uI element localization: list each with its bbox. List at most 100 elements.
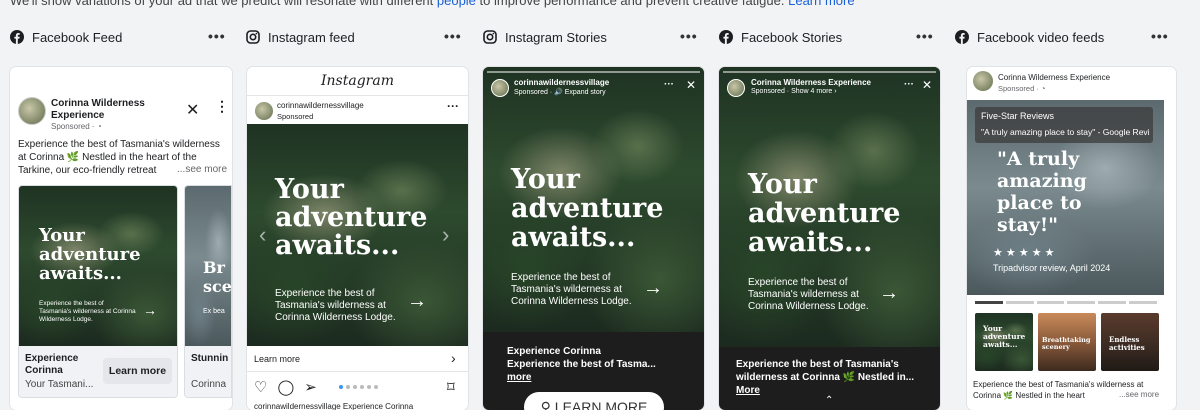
- ad-headline: Br sce: [203, 258, 232, 296]
- intro-text-rest: to improve performance and prevent creat…: [475, 0, 785, 8]
- ad-subtext: Experience the best of Tasmania's wilder…: [39, 300, 136, 323]
- ad-subtext: Experience the best of Tasmania's wilder…: [511, 272, 632, 307]
- sponsored-label: Sponsored · ◔: [51, 122, 102, 131]
- chevron-right-icon[interactable]: ›: [442, 222, 449, 248]
- close-icon[interactable]: ✕: [686, 78, 696, 92]
- ad-headline: Your adventure awaits...: [511, 164, 664, 253]
- sponsored-label: Sponsored · ◔: [998, 84, 1045, 93]
- facebook-icon: [10, 30, 24, 44]
- placement-header: Facebook Stories •••: [719, 28, 941, 46]
- more-horizontal-icon[interactable]: ···: [447, 99, 459, 113]
- chevron-right-icon: ›: [451, 350, 456, 366]
- caption-text: Experience the best of Tasmania's wilder…: [736, 359, 915, 383]
- thumbnail-label: Your adventure awaits...: [983, 324, 1026, 349]
- bookmark-icon[interactable]: ⌑: [447, 378, 455, 396]
- thumbnail-1[interactable]: Your adventure awaits...: [975, 313, 1033, 371]
- ad-headline: Your adventure awaits...: [748, 169, 901, 258]
- learn-more-button[interactable]: Learn more: [254, 354, 300, 364]
- sponsored-text: Sponsored ·: [998, 84, 1041, 93]
- card-subtitle: Your Tasmani...: [25, 379, 94, 390]
- story-meta[interactable]: Sponsored · Show 4 more ›: [751, 88, 837, 95]
- link-icon: ⚲: [540, 399, 555, 410]
- placement-header: Facebook video feeds •••: [955, 28, 1177, 46]
- instagram-icon: [483, 30, 497, 44]
- more-link[interactable]: More: [736, 385, 760, 396]
- arrow-right-icon: →: [143, 302, 157, 318]
- ad-subtext: Experience the best of Tasmania's wilder…: [275, 288, 396, 323]
- account-handle[interactable]: corinnawildernessvillage: [514, 78, 609, 87]
- avatar: [255, 102, 273, 120]
- more-horizontal-icon[interactable]: ···: [664, 79, 674, 90]
- more-options-button[interactable]: •••: [444, 28, 462, 44]
- carousel-card-next[interactable]: Br sce Ex bea Stunnin Landsc Corinna: [184, 185, 232, 398]
- carousel-card[interactable]: Your adventure awaits... Experience the …: [18, 185, 178, 398]
- ad-image: Corinna Wilderness Experience Sponsored …: [719, 67, 940, 347]
- carousel-dots: [339, 385, 378, 389]
- caption-text: Experience the best of Tasma...: [507, 359, 656, 370]
- ad-image: corinnawildernessvillage Sponsored · 🔊 E…: [483, 67, 704, 332]
- see-more-link[interactable]: ...see more: [175, 164, 228, 175]
- learn-more-button[interactable]: Learn more: [103, 358, 172, 384]
- page-name[interactable]: Corinna Wilderness Experience: [751, 78, 871, 87]
- card-footer: Stunnin Landsc Corinna: [185, 346, 231, 397]
- see-more-link[interactable]: ...see more: [1117, 390, 1160, 399]
- more-options-button[interactable]: •••: [208, 28, 226, 44]
- ad-subtext: Experience the best of Tasmania's wilder…: [748, 277, 869, 312]
- story-progress-bar: [487, 71, 700, 73]
- placement-header: Facebook Feed •••: [10, 28, 232, 46]
- share-icon[interactable]: ➢: [304, 378, 317, 396]
- facebook-icon: [955, 30, 969, 44]
- globe-icon: ◔: [96, 122, 102, 131]
- learn-more-button[interactable]: ⚲ LEARN MORE: [524, 392, 664, 410]
- story-meta: Sponsored · 🔊 Expand story: [514, 89, 606, 96]
- cta-bar[interactable]: Learn more ›: [247, 346, 468, 372]
- ad-preview-card: Corinna Wilderness Experience Sponsored …: [719, 67, 940, 410]
- thumbnail-label: Breathtaking scenery: [1042, 336, 1091, 351]
- story-progress-bar: [723, 71, 936, 73]
- heart-icon[interactable]: ♡: [254, 378, 267, 396]
- avatar: [491, 79, 509, 97]
- ad-headline: Your adventure awaits...: [275, 174, 428, 261]
- cta-label: LEARN MORE: [554, 399, 648, 410]
- video-progress-segments: [975, 301, 1157, 304]
- avatar: [973, 71, 993, 91]
- sponsored-text: Sponsored ·: [51, 122, 97, 131]
- caption-block: Experience the best of Tasmania's wilder…: [736, 358, 934, 397]
- more-options-button[interactable]: •••: [1151, 28, 1169, 44]
- sponsored-label: Sponsored: [277, 112, 314, 121]
- placement-label: Facebook Feed: [32, 29, 123, 45]
- account-handle[interactable]: corinnawildernessvillage: [277, 101, 364, 110]
- review-badge: Five-Star Reviews "A truly amazing place…: [975, 107, 1153, 143]
- close-icon[interactable]: ✕: [922, 78, 932, 92]
- badge-title: Five-Star Reviews: [981, 111, 1055, 121]
- close-icon[interactable]: ✕: [186, 103, 199, 119]
- avatar: [727, 79, 745, 97]
- ad-video[interactable]: Five-Star Reviews "A truly amazing place…: [967, 100, 1164, 295]
- ad-image: Your adventure awaits... Experience the …: [247, 124, 468, 346]
- page-name[interactable]: Corinna Wilderness Experience: [998, 73, 1110, 82]
- card-footer: Experience Corinna Your Tasmani... Learn…: [19, 346, 177, 397]
- ad-preview-card: corinnawildernessvillage Sponsored · 🔊 E…: [483, 67, 704, 410]
- caption-title: Experience Corinna: [507, 346, 601, 357]
- thumbnail-label: Endless activities: [1109, 335, 1145, 352]
- thumbnail-2[interactable]: Breathtaking scenery: [1038, 313, 1096, 371]
- more-vertical-icon[interactable]: ⋮: [215, 99, 229, 113]
- people-link[interactable]: people: [437, 0, 476, 8]
- arrow-right-icon: →: [643, 277, 663, 299]
- more-horizontal-icon[interactable]: ···: [904, 79, 914, 90]
- thumbnail-3[interactable]: Endless activities: [1101, 313, 1159, 371]
- comment-icon[interactable]: ◯: [277, 378, 294, 396]
- intro-learn-more-link[interactable]: Learn more: [788, 0, 854, 8]
- more-link[interactable]: more: [507, 372, 531, 383]
- chevron-up-icon[interactable]: ⌃: [825, 395, 833, 406]
- placement-label: Instagram feed: [268, 29, 355, 45]
- more-options-button[interactable]: •••: [680, 28, 698, 44]
- placement-header: Instagram feed •••: [246, 28, 468, 46]
- globe-icon: ◔: [1040, 84, 1046, 93]
- more-options-button[interactable]: •••: [916, 28, 934, 44]
- intro-text-main: We'll show variations of your ad that we…: [10, 0, 437, 8]
- page-name[interactable]: Corinna Wilderness Experience: [51, 98, 181, 121]
- ad-headline: "A truly amazing place to stay!": [997, 148, 1087, 236]
- chevron-left-icon[interactable]: ‹: [259, 222, 266, 248]
- ad-image: Br sce Ex bea: [185, 186, 232, 346]
